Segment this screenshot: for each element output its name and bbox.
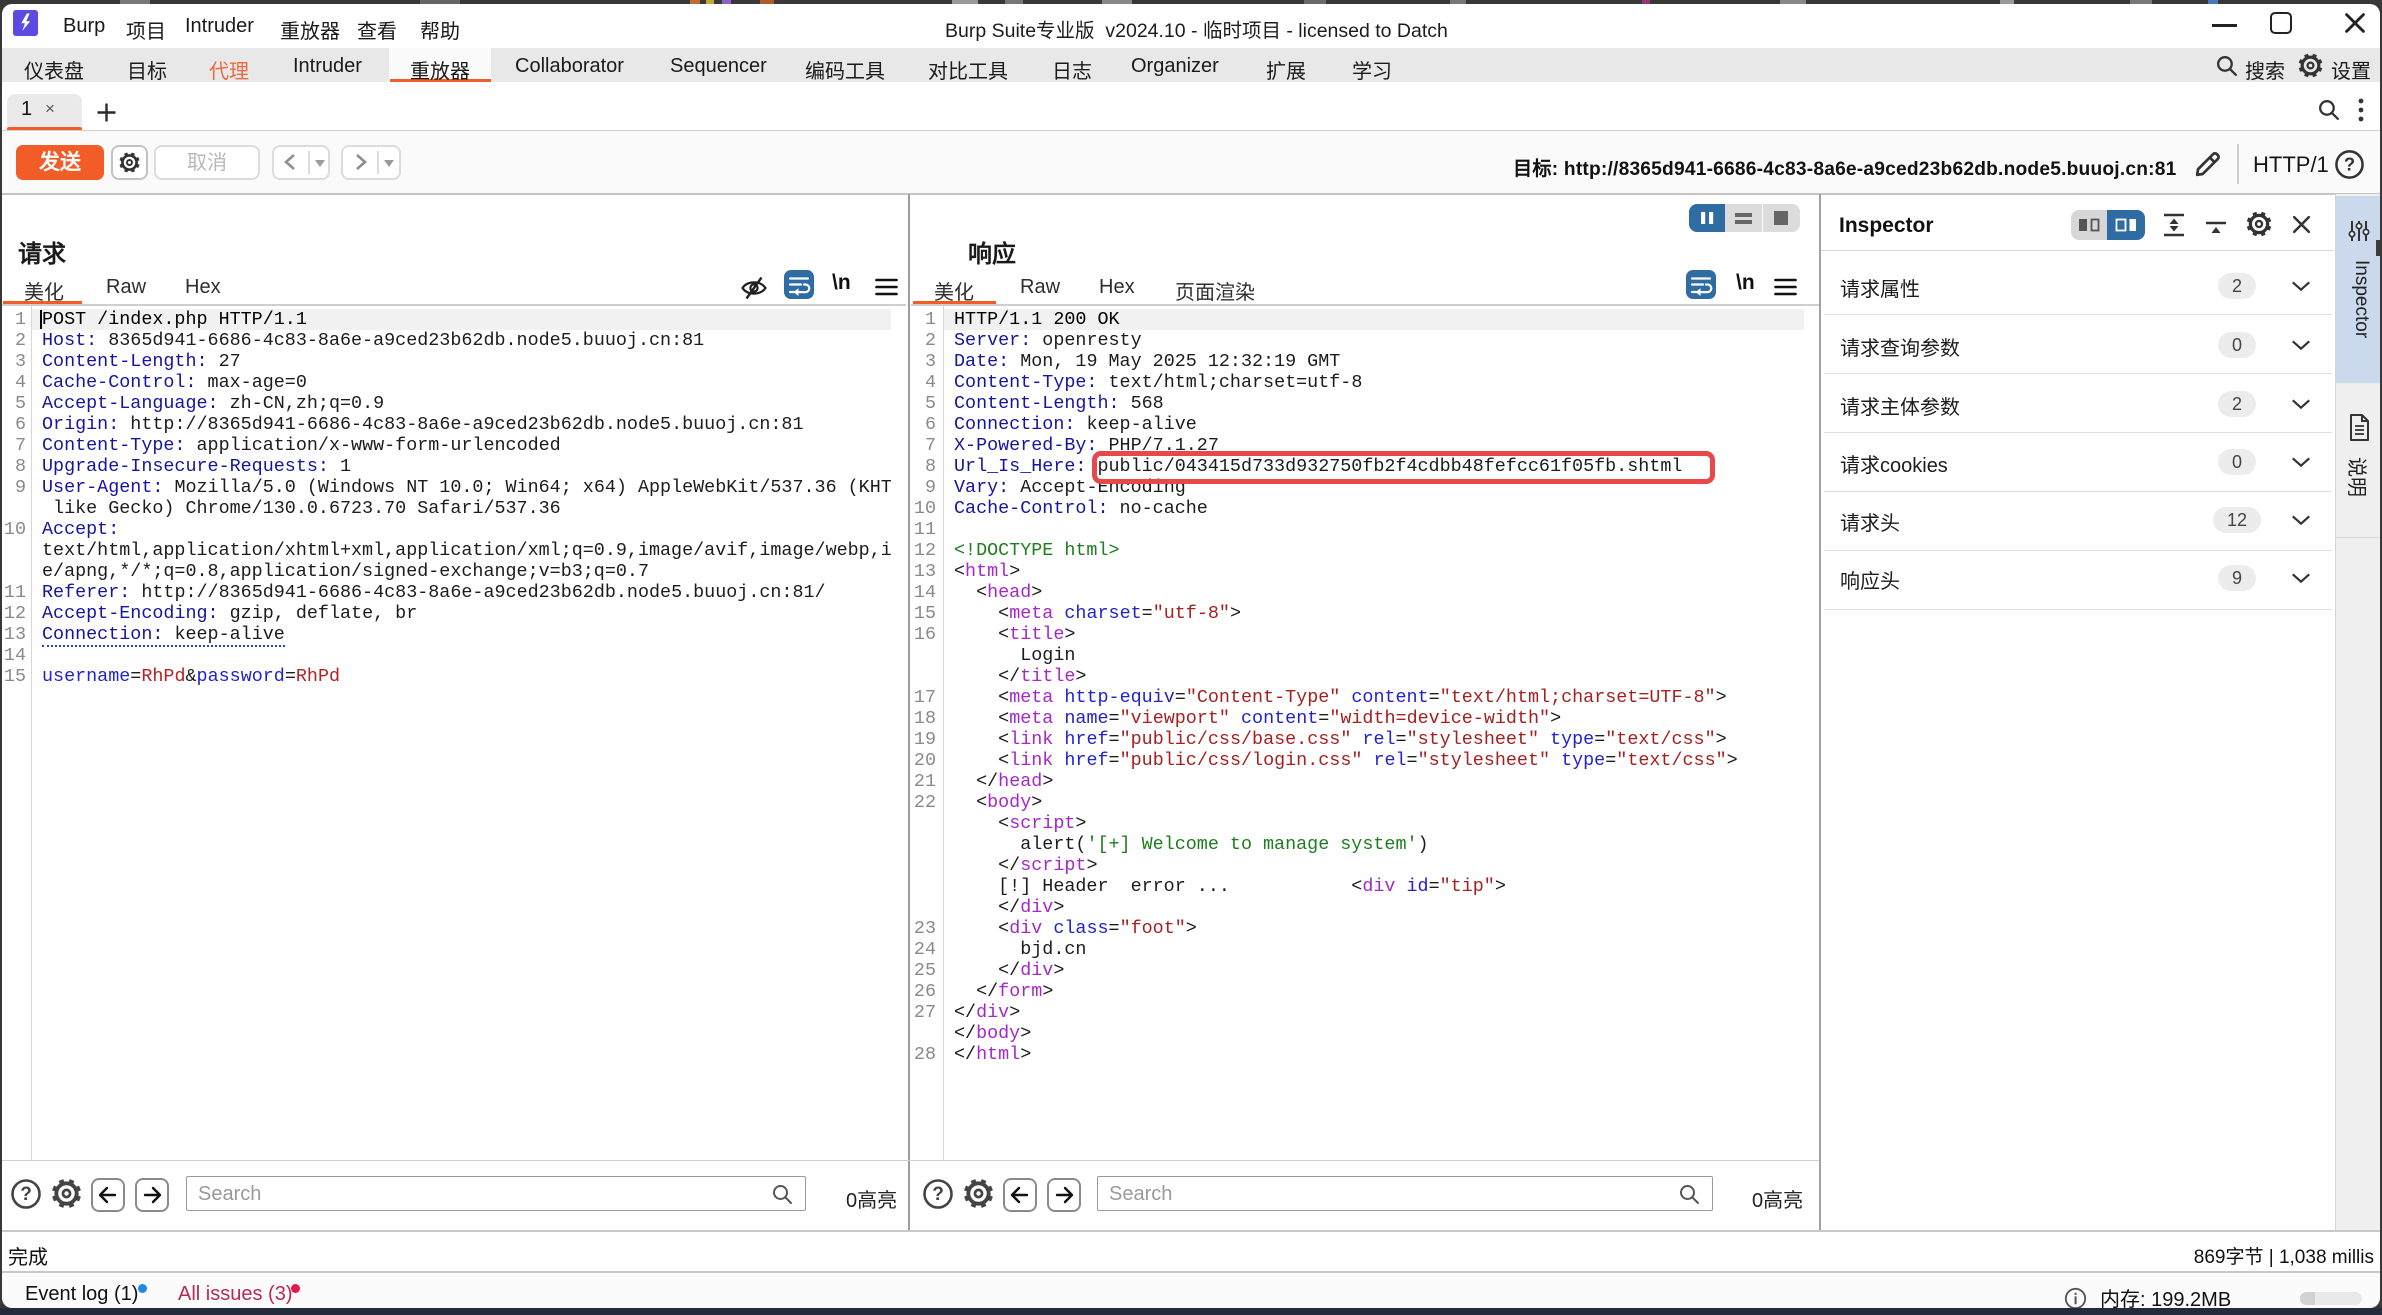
svg-text:?: ? [20, 1184, 32, 1205]
svg-text:?: ? [932, 1184, 944, 1205]
svg-text:?: ? [2344, 153, 2355, 174]
